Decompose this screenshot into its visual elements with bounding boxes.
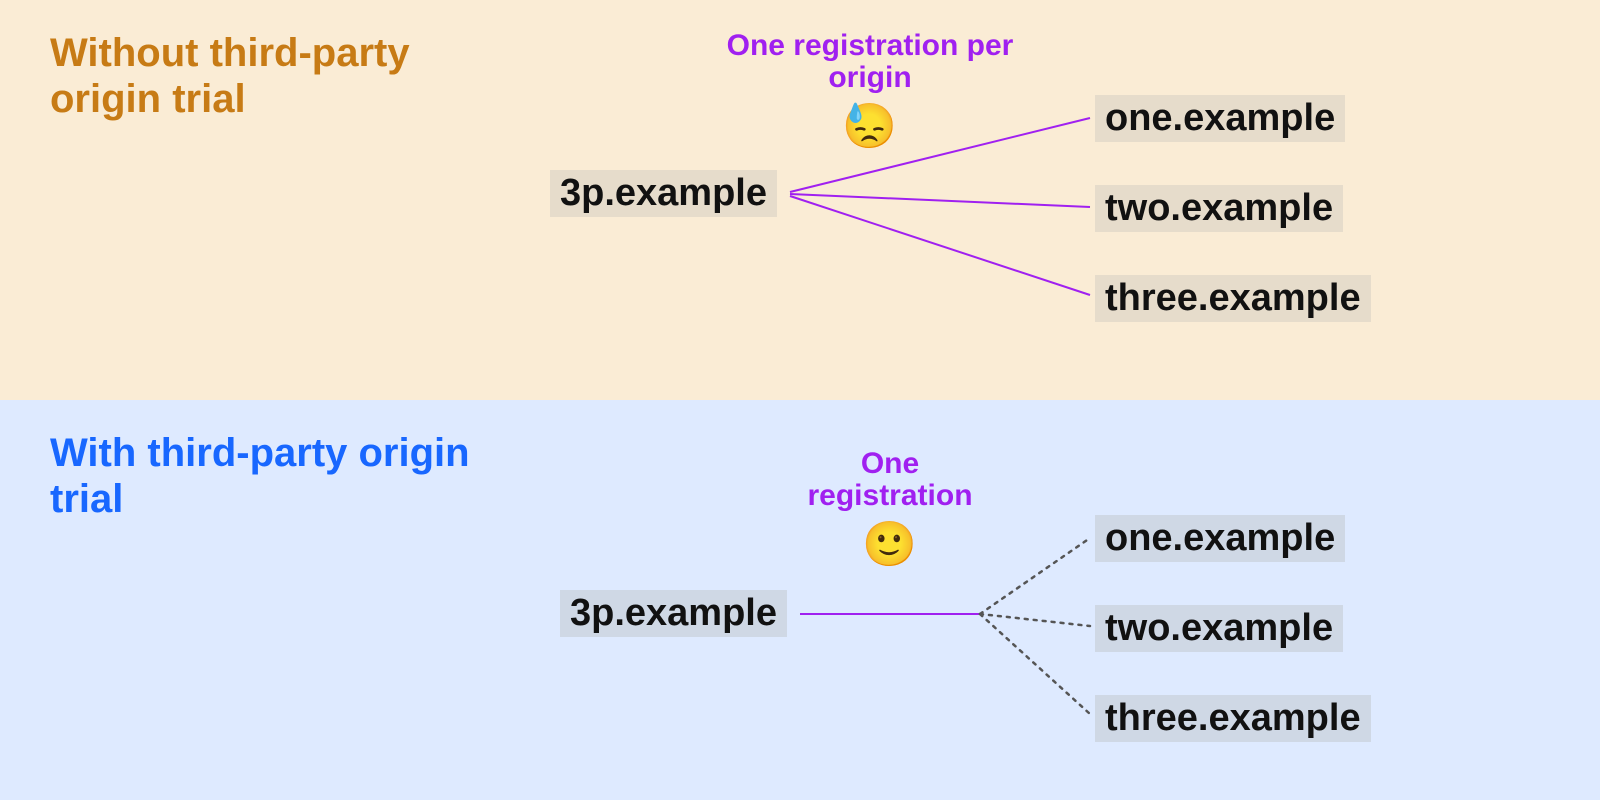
target-label-bottom-1: two.example — [1095, 605, 1343, 652]
source-label-bottom: 3p.example — [560, 590, 787, 637]
panel-with-third-party: With third-party origin trial One regist… — [0, 400, 1600, 800]
target-label-bottom-0: one.example — [1095, 515, 1345, 562]
title-without: Without third-party origin trial — [50, 30, 470, 122]
target-label-top-2: three.example — [1095, 275, 1371, 322]
target-label-bottom-2: three.example — [1095, 695, 1371, 742]
target-label-top-0: one.example — [1095, 95, 1345, 142]
source-label-top: 3p.example — [550, 170, 777, 217]
panel-without-third-party: Without third-party origin trial One reg… — [0, 0, 1600, 400]
target-label-top-1: two.example — [1095, 185, 1343, 232]
caption-without: One registration per origin — [700, 30, 1040, 93]
sad-emoji-icon: 😓 — [842, 100, 897, 152]
title-with: With third-party origin trial — [50, 430, 470, 522]
caption-with: One registration — [785, 448, 995, 511]
happy-emoji-icon: 🙂 — [862, 518, 917, 570]
